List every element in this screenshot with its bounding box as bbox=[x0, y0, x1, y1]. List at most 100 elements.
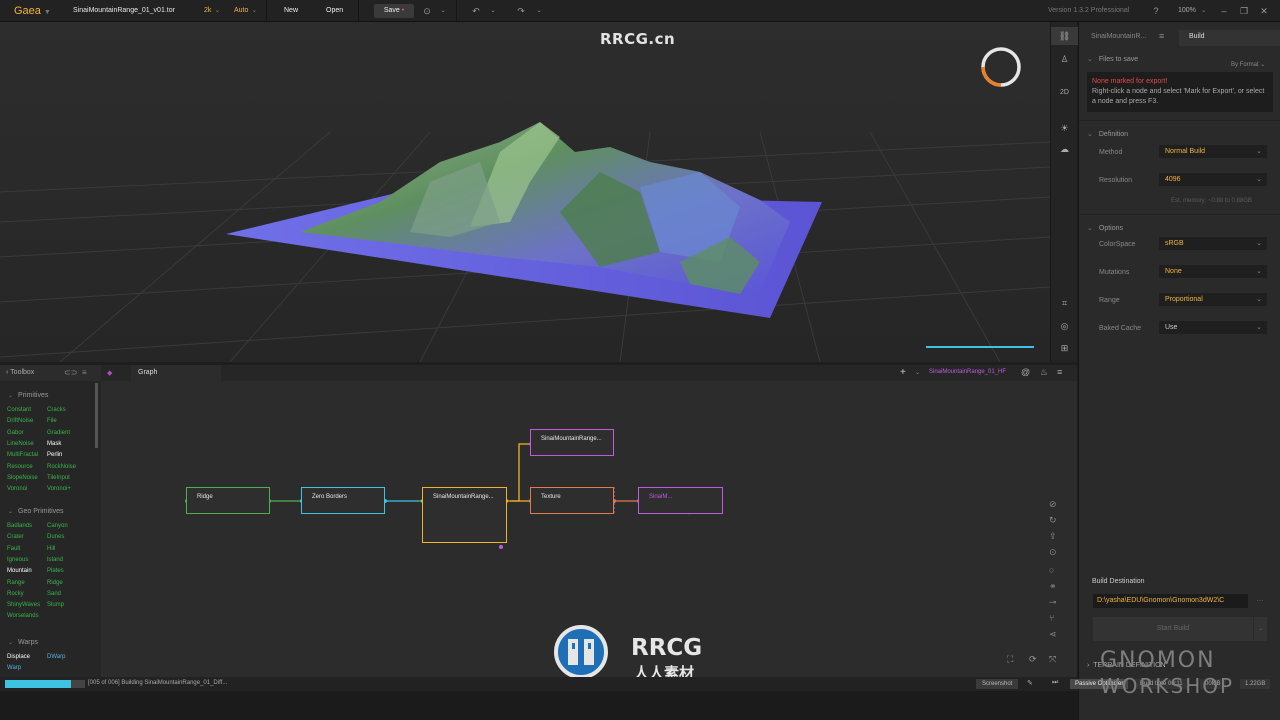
graph-node[interactable]: Ridge bbox=[186, 487, 270, 514]
toolbox-node-item[interactable]: Constant bbox=[7, 407, 31, 413]
start-build-button[interactable]: Start Build bbox=[1093, 617, 1253, 641]
screenshot-button[interactable]: Screenshot bbox=[976, 679, 1019, 689]
toolbox-node-item[interactable]: Island bbox=[47, 557, 63, 563]
app-menu[interactable]: Gaea ▼ bbox=[14, 0, 51, 22]
close-icon[interactable]: ✕ bbox=[1257, 0, 1271, 22]
toolbox-node-item[interactable]: Canyon bbox=[47, 523, 68, 529]
mode-select[interactable]: Auto ⌄ bbox=[234, 0, 257, 22]
menu-icon[interactable]: ≡ bbox=[82, 368, 87, 377]
toolbox-node-item[interactable]: Badlands bbox=[7, 523, 32, 529]
toolbox-node-item[interactable]: Slump bbox=[47, 602, 64, 608]
mutations-select[interactable]: None ⌄ bbox=[1159, 265, 1267, 278]
link-icon[interactable]: ⛓ bbox=[1051, 27, 1078, 45]
chevron-down-icon[interactable]: ⌄ bbox=[532, 0, 546, 22]
person-icon[interactable]: ♙ bbox=[1051, 50, 1078, 68]
chevron-down-icon[interactable]: ⌄ bbox=[486, 0, 500, 22]
toolbox-node-item[interactable]: Perlin bbox=[47, 452, 62, 458]
tab-build[interactable]: Build bbox=[1179, 30, 1280, 46]
restore-icon[interactable]: ❐ bbox=[1237, 0, 1251, 22]
node-graph[interactable]: ◆ Graph + ⌄ SinaiMountainRange_01_HF @ ♨… bbox=[101, 365, 1077, 677]
step-forward-icon[interactable]: ⏭ bbox=[1052, 679, 1058, 687]
toolbox-node-item[interactable]: RockNoise bbox=[47, 464, 76, 470]
key-icon[interactable]: ⊸ bbox=[1049, 597, 1057, 608]
resolution-select[interactable]: 2k ⌄ bbox=[204, 0, 220, 22]
toolbox-node-item[interactable]: Gradient bbox=[47, 430, 70, 436]
toolbox-node-item[interactable]: Crater bbox=[7, 534, 24, 540]
toolbox-node-item[interactable]: Dunes bbox=[47, 534, 64, 540]
by-format-select[interactable]: By Format ⌄ bbox=[1231, 61, 1265, 68]
method-select[interactable]: Normal Build ⌄ bbox=[1159, 145, 1267, 158]
graph-node[interactable]: SinaiMountainRange... bbox=[530, 429, 614, 456]
toolbox-node-item[interactable]: MultiFractal bbox=[7, 452, 38, 458]
colorspace-select[interactable]: sRGB ⌄ bbox=[1159, 237, 1267, 250]
definition-section[interactable]: ⌄ Definition bbox=[1087, 130, 1128, 138]
toolbox-node-item[interactable]: Rocky bbox=[7, 591, 24, 597]
tab-node[interactable]: SinaiMountainR... bbox=[1091, 33, 1146, 40]
toolbox-node-item[interactable]: Displace bbox=[7, 654, 30, 660]
toolbox-node-item[interactable]: Igneous bbox=[7, 557, 28, 563]
help-icon[interactable]: ? bbox=[1149, 0, 1163, 22]
toolbox-node-item[interactable]: TileInput bbox=[47, 475, 70, 481]
graph-node[interactable]: SinaiM... bbox=[638, 487, 723, 514]
toolbox-node-item[interactable]: Voronoi bbox=[7, 486, 27, 492]
toolbox-node-item[interactable]: Worselands bbox=[7, 613, 39, 619]
chevron-down-icon[interactable]: ⌄ bbox=[1254, 617, 1267, 641]
branch-icon[interactable]: ⑂ bbox=[1049, 613, 1054, 623]
range-select[interactable]: Proportional ⌄ bbox=[1159, 293, 1267, 306]
sun-icon[interactable]: ☀ bbox=[1051, 119, 1078, 137]
toolbox-node-item[interactable]: Hill bbox=[47, 546, 55, 552]
grid-icon[interactable]: ⊞ bbox=[1051, 339, 1078, 357]
toolbox-node-item[interactable]: SlopeNoise bbox=[7, 475, 38, 481]
graph-node[interactable]: Zero Borders bbox=[301, 487, 385, 514]
redo-icon[interactable]: ↷ bbox=[514, 0, 528, 22]
resolution-select[interactable]: 4096 ⌄ bbox=[1159, 173, 1267, 186]
toolbox-node-item[interactable]: Fault bbox=[7, 546, 20, 552]
view-2d-button[interactable]: 2D bbox=[1051, 84, 1078, 102]
toolbox-node-item[interactable]: File bbox=[47, 418, 57, 424]
toolbox-node-item[interactable]: Ridge bbox=[47, 580, 63, 586]
refresh-icon[interactable]: ↻ bbox=[1049, 515, 1057, 526]
toolbox-node-item[interactable]: Gabor bbox=[7, 430, 24, 436]
fit-view-icon[interactable]: ⛶ bbox=[1007, 654, 1013, 665]
save-button[interactable]: Save • bbox=[374, 4, 414, 18]
toolbox-node-item[interactable]: Sand bbox=[47, 591, 61, 597]
toolbox-node-item[interactable]: Voronoi+ bbox=[47, 486, 71, 492]
cloud-icon[interactable]: ☁ bbox=[1051, 140, 1078, 158]
open-button[interactable]: Open bbox=[326, 0, 343, 22]
toolbox-node-item[interactable]: DWarp bbox=[47, 654, 65, 660]
toolbox-node-item[interactable]: ShinyWaves bbox=[7, 602, 40, 608]
chevron-left-icon[interactable]: ‹ bbox=[6, 369, 8, 376]
menu-icon[interactable]: ≡ bbox=[1159, 31, 1164, 41]
reload-icon[interactable]: ⟳ bbox=[1029, 654, 1037, 665]
baked-cache-select[interactable]: Use ⌄ bbox=[1159, 321, 1267, 334]
options-icon[interactable]: ⊙ bbox=[420, 0, 434, 22]
build-destination-field[interactable]: D:\yasha\EDU\Gnomon\Gnomon3dW2\C bbox=[1093, 594, 1248, 608]
toolbox-node-item[interactable]: Mask bbox=[47, 441, 61, 447]
toolbox-group[interactable]: ⌄ Geo Primitives bbox=[8, 508, 64, 515]
circle-icon[interactable]: ○ bbox=[1049, 565, 1054, 575]
no-entry-icon[interactable]: ⊘ bbox=[1049, 499, 1057, 510]
files-to-save-section[interactable]: ⌄ Files to save bbox=[1087, 55, 1138, 63]
browse-button[interactable]: … bbox=[1253, 594, 1267, 608]
toggle-icon[interactable]: ⊂⊃ bbox=[64, 368, 77, 377]
toolbox-group[interactable]: ⌄ Warps bbox=[8, 639, 38, 646]
crop-icon[interactable]: ⌗ bbox=[1051, 294, 1078, 312]
collapse-icon[interactable]: ⤧ bbox=[1049, 654, 1056, 665]
graph-node[interactable]: SinaiMountainRange... bbox=[422, 487, 507, 543]
toolbox-group[interactable]: ⌄ Primitives bbox=[8, 392, 48, 399]
toolbox-node-item[interactable]: Range bbox=[7, 580, 25, 586]
export-icon[interactable]: ⇪ bbox=[1049, 531, 1057, 542]
toolbox-node-item[interactable]: Plates bbox=[47, 568, 64, 574]
new-button[interactable]: New bbox=[284, 0, 298, 22]
3d-viewport[interactable]: RRCG.cn bbox=[0, 22, 1050, 362]
zoom-select[interactable]: 100% ⌄ bbox=[1178, 0, 1207, 22]
toolbox-node-item[interactable]: LineNoise bbox=[7, 441, 34, 447]
share-icon[interactable]: ⋖ bbox=[1049, 629, 1057, 640]
graph-node[interactable]: Texture bbox=[530, 487, 614, 514]
target-icon[interactable]: ⊙ bbox=[1049, 547, 1057, 558]
toolbox-node-item[interactable]: DriftNoise bbox=[7, 418, 33, 424]
compass-icon[interactable]: ◎ bbox=[1051, 317, 1078, 335]
toolbox-node-item[interactable]: Cracks bbox=[47, 407, 66, 413]
toolbox-node-item[interactable]: Warp bbox=[7, 665, 21, 671]
toolbox-scrollbar[interactable] bbox=[95, 383, 98, 448]
